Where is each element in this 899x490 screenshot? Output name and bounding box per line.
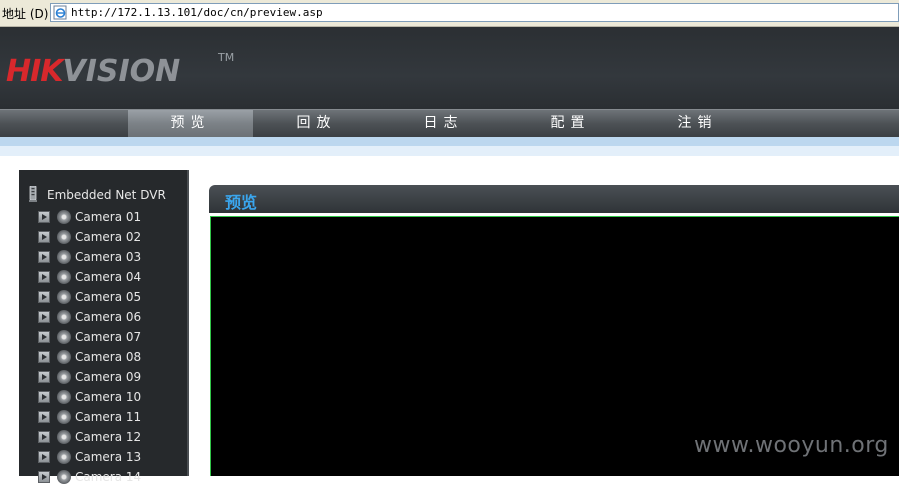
- camera-label: Camera 14: [75, 470, 142, 484]
- hikvision-logo: HIKVISION: [6, 54, 181, 89]
- camera-item[interactable]: Camera 05: [37, 290, 182, 310]
- camera-lens-icon: [57, 410, 71, 424]
- camera-item[interactable]: Camera 07: [37, 330, 182, 350]
- nav-item-logout[interactable]: 注销: [634, 110, 761, 137]
- camera-lens-icon: [57, 430, 71, 444]
- camera-item[interactable]: Camera 01: [37, 210, 182, 230]
- play-arrow-icon[interactable]: [38, 211, 50, 223]
- camera-label: Camera 01: [75, 210, 142, 224]
- camera-lens-icon: [57, 310, 71, 324]
- play-arrow-icon[interactable]: [38, 251, 50, 263]
- logo-vision: VISION: [62, 54, 181, 89]
- play-arrow-icon[interactable]: [38, 411, 50, 423]
- nav-item-preview[interactable]: 预览: [128, 110, 253, 137]
- camera-lens-icon: [57, 290, 71, 304]
- play-arrow-icon[interactable]: [38, 391, 50, 403]
- camera-label: Camera 06: [75, 310, 142, 324]
- camera-label: Camera 13: [75, 450, 142, 464]
- camera-lens-icon: [57, 210, 71, 224]
- play-arrow-icon[interactable]: [38, 311, 50, 323]
- play-arrow-icon[interactable]: [38, 351, 50, 363]
- camera-label: Camera 08: [75, 350, 142, 364]
- nav-item-log[interactable]: 日志: [380, 110, 507, 137]
- nav-item-playback[interactable]: 回放: [253, 110, 380, 137]
- dvr-device-icon: [29, 186, 37, 202]
- camera-lens-icon: [57, 270, 71, 284]
- camera-lens-icon: [57, 350, 71, 364]
- watermark: www.wooyun.org: [694, 433, 889, 458]
- camera-label: Camera 11: [75, 410, 142, 424]
- play-arrow-icon[interactable]: [38, 451, 50, 463]
- header: HIKVISION TM: [0, 27, 899, 109]
- camera-label: Camera 05: [75, 290, 142, 304]
- camera-item[interactable]: Camera 02: [37, 230, 182, 250]
- camera-item[interactable]: Camera 09: [37, 370, 182, 390]
- play-arrow-icon[interactable]: [38, 471, 50, 483]
- camera-label: Camera 02: [75, 230, 142, 244]
- camera-item[interactable]: Camera 08: [37, 350, 182, 370]
- device-tree: Embedded Net DVR Camera 01 Camera 02 Cam…: [19, 170, 189, 484]
- camera-label: Camera 10: [75, 390, 142, 404]
- camera-label: Camera 09: [75, 370, 142, 384]
- camera-item[interactable]: Camera 11: [37, 410, 182, 430]
- play-arrow-icon[interactable]: [38, 291, 50, 303]
- play-arrow-icon[interactable]: [38, 371, 50, 383]
- logo-trademark: TM: [218, 51, 235, 64]
- camera-item[interactable]: Camera 10: [37, 390, 182, 410]
- play-arrow-icon[interactable]: [38, 231, 50, 243]
- camera-item[interactable]: Camera 06: [37, 310, 182, 330]
- camera-lens-icon: [57, 230, 71, 244]
- address-field[interactable]: http://172.1.13.101/doc/cn/preview.asp: [50, 3, 899, 22]
- preview-panel-title: 预览: [225, 193, 258, 212]
- camera-item[interactable]: Camera 12: [37, 430, 182, 450]
- play-arrow-icon[interactable]: [38, 331, 50, 343]
- main-nav: 预览 回放 日志 配置 注销: [0, 109, 899, 137]
- logo-hik: HIK: [6, 54, 64, 89]
- address-label: 地址 (D): [2, 7, 49, 21]
- camera-label: Camera 07: [75, 330, 142, 344]
- camera-lens-icon: [57, 370, 71, 384]
- camera-lens-icon: [57, 330, 71, 344]
- camera-label: Camera 12: [75, 430, 142, 444]
- ie-page-icon: [53, 5, 67, 20]
- camera-lens-icon: [57, 450, 71, 464]
- camera-label: Camera 03: [75, 250, 142, 264]
- camera-lens-icon: [57, 250, 71, 264]
- address-url: http://172.1.13.101/doc/cn/preview.asp: [71, 6, 323, 19]
- nav-item-config[interactable]: 配置: [507, 110, 634, 137]
- header-divider-strip-light: [0, 146, 899, 156]
- tree-root-label: Embedded Net DVR: [47, 188, 166, 202]
- camera-lens-icon: [57, 470, 71, 484]
- camera-item[interactable]: Camera 03: [37, 250, 182, 270]
- camera-item[interactable]: Camera 13: [37, 450, 182, 470]
- header-divider-strip: [0, 137, 899, 146]
- camera-item[interactable]: Camera 14: [37, 470, 182, 490]
- address-bar: 地址 (D) http://172.1.13.101/doc/cn/previe…: [0, 0, 899, 27]
- camera-lens-icon: [57, 390, 71, 404]
- play-arrow-icon[interactable]: [38, 271, 50, 283]
- camera-item[interactable]: Camera 04: [37, 270, 182, 290]
- camera-list: Camera 01 Camera 02 Camera 03 Camera 04 …: [37, 210, 182, 490]
- preview-panel-header: 预览: [209, 185, 899, 213]
- play-arrow-icon[interactable]: [38, 431, 50, 443]
- camera-label: Camera 04: [75, 270, 142, 284]
